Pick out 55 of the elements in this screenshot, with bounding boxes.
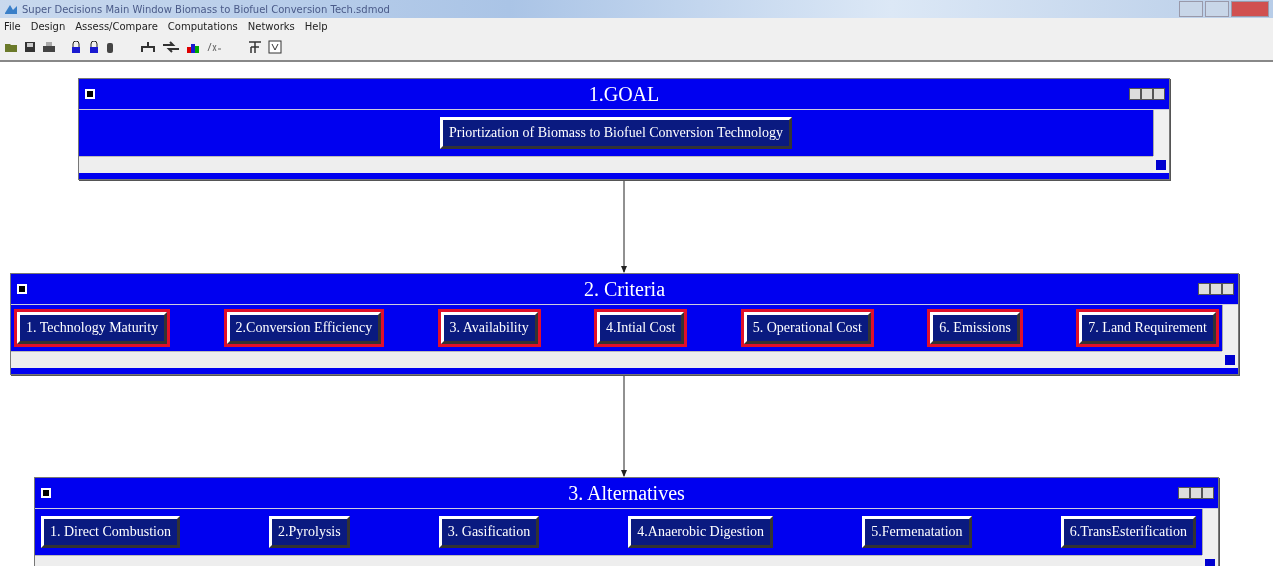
- maximize-button[interactable]: [1190, 487, 1202, 499]
- node-button[interactable]: 3. Availability: [440, 312, 538, 344]
- node-button[interactable]: 4.Intial Cost: [597, 312, 685, 344]
- node-button[interactable]: 5. Operational Cost: [743, 312, 871, 344]
- bottle-icon[interactable]: [106, 41, 114, 53]
- window-title: Super Decisions Main Window Biomass to Biofuel Conversion Tech.sdmod: [22, 3, 390, 15]
- system-menu-icon[interactable]: [41, 488, 51, 498]
- system-menu-icon[interactable]: [17, 284, 27, 294]
- minimize-button[interactable]: [1129, 88, 1141, 100]
- save-icon[interactable]: [24, 41, 36, 53]
- node-button[interactable]: 5.Fermenatation: [862, 516, 972, 548]
- minimize-button[interactable]: [1198, 283, 1210, 295]
- formula-icon[interactable]: [206, 41, 222, 53]
- resize-handle[interactable]: [1156, 160, 1166, 170]
- lock-icon[interactable]: [70, 41, 82, 53]
- node-button[interactable]: 3. Gasification: [438, 516, 540, 548]
- hierarchy-icon[interactable]: [248, 40, 262, 54]
- node-button[interactable]: 7. Land Requirement: [1079, 312, 1216, 344]
- bar-chart-icon[interactable]: [186, 41, 200, 53]
- vertical-scrollbar[interactable]: [1153, 110, 1169, 156]
- menu-item[interactable]: Assess/Compare: [75, 20, 158, 32]
- node-button[interactable]: 2.Conversion Efficiency: [226, 312, 382, 344]
- menu-item[interactable]: Networks: [247, 20, 295, 32]
- cluster-title: 3. Alternatives: [568, 481, 685, 505]
- open-folder-icon[interactable]: [4, 41, 18, 53]
- system-menu-icon[interactable]: [85, 89, 95, 99]
- lock-icon[interactable]: [88, 41, 100, 53]
- close-button[interactable]: [1153, 88, 1165, 100]
- node-button[interactable]: 1. Direct Combustion: [41, 516, 180, 548]
- menu-item[interactable]: Help: [304, 20, 328, 32]
- arrows-icon[interactable]: [162, 41, 180, 53]
- menu-item[interactable]: Computations: [167, 20, 238, 32]
- maximize-button[interactable]: [1141, 88, 1153, 100]
- vertical-scrollbar[interactable]: [1222, 305, 1238, 351]
- node-button[interactable]: 6.TransEsterification: [1060, 516, 1196, 548]
- minimize-button[interactable]: [1178, 487, 1190, 499]
- menu-item[interactable]: File: [4, 20, 21, 32]
- menu-item[interactable]: Design: [30, 20, 66, 32]
- node-button[interactable]: 1. Technology Maturity: [17, 312, 168, 344]
- window-icon[interactable]: [268, 40, 282, 54]
- cluster-title: 2. Criteria: [583, 277, 666, 301]
- maximize-button[interactable]: [1210, 283, 1222, 295]
- close-button[interactable]: [1202, 487, 1214, 499]
- cluster-title: 1.GOAL: [588, 82, 660, 106]
- close-button[interactable]: [1222, 283, 1234, 295]
- node-button[interactable]: 2.Pyrolysis: [269, 516, 350, 548]
- resize-handle[interactable]: [1225, 355, 1235, 365]
- node-button[interactable]: Priortization of Biomass to Biofuel Conversion Technology: [440, 117, 792, 149]
- print-icon[interactable]: [42, 41, 56, 53]
- node-button[interactable]: 4.Anaerobic Digestion: [628, 516, 774, 548]
- network-icon[interactable]: [140, 41, 156, 53]
- node-button[interactable]: 6. Emissions: [930, 312, 1020, 344]
- vertical-scrollbar[interactable]: [1202, 509, 1218, 555]
- resize-handle[interactable]: [1205, 559, 1215, 566]
- app-icon: [4, 3, 18, 15]
